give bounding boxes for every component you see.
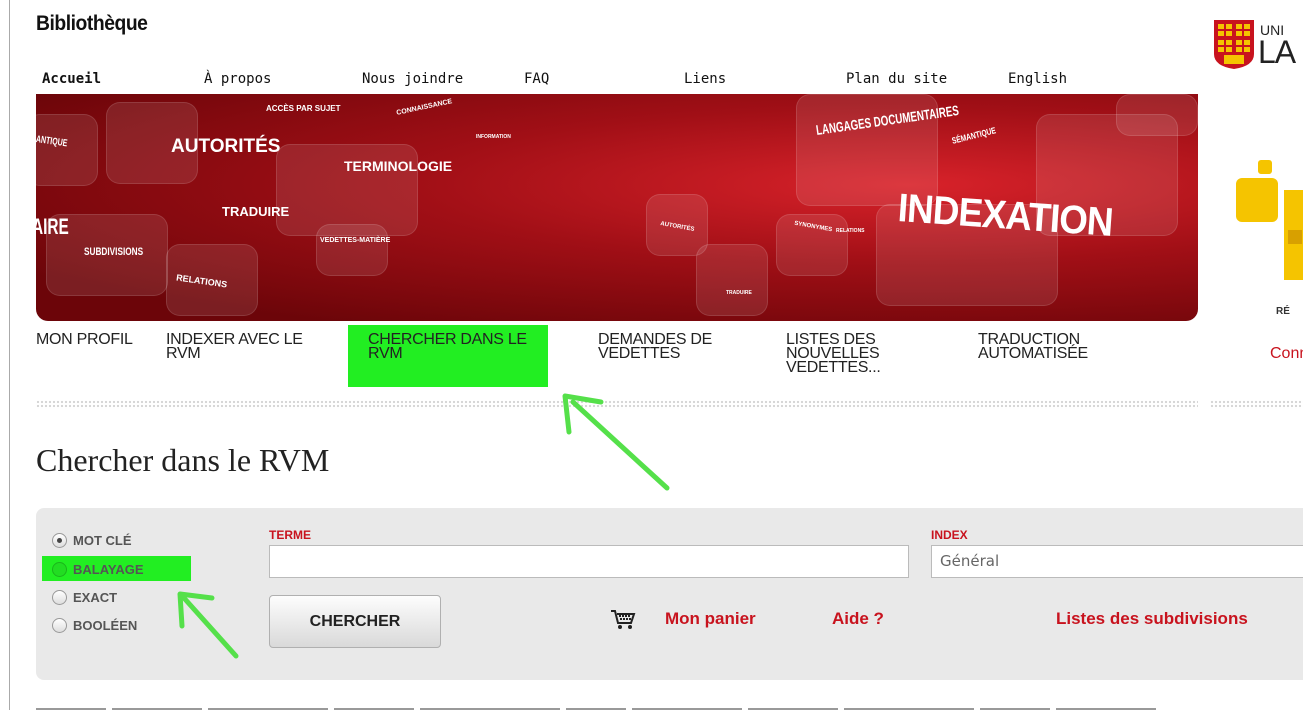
radio-label: EXACT bbox=[73, 589, 118, 605]
side-text: RÉ bbox=[1276, 306, 1290, 317]
search-button[interactable]: CHERCHER bbox=[269, 595, 441, 648]
arrow-annotation-icon bbox=[177, 591, 239, 659]
page-title: Chercher dans le RVM bbox=[36, 442, 330, 478]
cat-chercher[interactable]: CHERCHER DANS LE RVM bbox=[348, 325, 548, 387]
mode-booleen[interactable]: BOOLÉEN bbox=[52, 615, 137, 635]
site-title[interactable]: Bibliothèque bbox=[36, 12, 148, 36]
nav-english[interactable]: English bbox=[1008, 71, 1067, 87]
cat-demandes[interactable]: DEMANDES DE VEDETTES bbox=[598, 332, 758, 362]
mode-balayage[interactable]: BALAYAGE bbox=[52, 559, 144, 579]
radio-button[interactable] bbox=[52, 561, 67, 577]
nav-a-propos[interactable]: À propos bbox=[204, 71, 271, 87]
banner-word: SUBDIVISIONS bbox=[84, 246, 144, 258]
banner-word: RELATIONS bbox=[836, 228, 865, 234]
cat-indexer[interactable]: INDEXER AVEC LE RVM bbox=[166, 332, 326, 362]
cart-link[interactable]: Mon panier bbox=[665, 609, 756, 629]
banner-word: SÉMANTIQUE bbox=[950, 125, 997, 146]
dotted-divider bbox=[1210, 400, 1303, 409]
side-decoration-icon bbox=[1236, 160, 1303, 280]
banner-word: VEDETTES-MATIÈRE bbox=[320, 237, 391, 244]
logo-text-main: LA bbox=[1258, 34, 1296, 70]
banner-word: AUTORITÉS bbox=[171, 136, 281, 157]
cat-listes[interactable]: LISTES DES NOUVELLES VEDETTES... bbox=[786, 332, 936, 376]
banner-word: INFORMATION bbox=[476, 134, 511, 140]
cut-off-text-line bbox=[36, 702, 1296, 710]
radio-label: MOT CLÉ bbox=[73, 532, 132, 548]
banner: ACCÈS PAR SUJET CONNAISSANCE AUTORITÉS T… bbox=[36, 94, 1198, 321]
nav-accueil[interactable]: Accueil bbox=[42, 71, 101, 87]
arrow-annotation-icon bbox=[562, 393, 670, 491]
radio-button[interactable] bbox=[52, 532, 67, 548]
radio-label: BALAYAGE bbox=[73, 561, 144, 577]
university-logo[interactable] bbox=[1212, 18, 1256, 70]
term-input[interactable] bbox=[269, 545, 909, 578]
left-border bbox=[9, 0, 10, 710]
index-label: INDEX bbox=[931, 528, 968, 542]
banner-word: AIRE bbox=[36, 214, 69, 239]
cat-traduction[interactable]: TRADUCTION AUTOMATISÉE bbox=[978, 332, 1158, 362]
nav-liens[interactable]: Liens bbox=[684, 71, 726, 87]
nav-nous-joindre[interactable]: Nous joindre bbox=[362, 71, 463, 87]
radio-button[interactable] bbox=[52, 617, 67, 633]
radio-label: BOOLÉEN bbox=[73, 617, 138, 633]
cat-mon-profil[interactable]: MON PROFIL bbox=[36, 332, 136, 348]
banner-word: TRADUIRE bbox=[726, 290, 752, 296]
subdivisions-link[interactable]: Listes des subdivisions bbox=[1056, 609, 1248, 629]
banner-word: TRADUIRE bbox=[222, 204, 290, 219]
nav-plan-du-site[interactable]: Plan du site bbox=[846, 71, 947, 87]
banner-word: TERMINOLOGIE bbox=[344, 158, 453, 174]
index-select[interactable]: Général bbox=[931, 545, 1303, 578]
cart-icon[interactable] bbox=[610, 609, 636, 631]
mode-exact[interactable]: EXACT bbox=[52, 587, 117, 607]
banner-word: ACCÈS PAR SUJET bbox=[266, 104, 341, 113]
connect-link[interactable]: Conn bbox=[1270, 345, 1303, 363]
mode-mot-cle[interactable]: MOT CLÉ bbox=[52, 530, 132, 550]
term-label: TERME bbox=[269, 528, 311, 542]
nav-faq[interactable]: FAQ bbox=[524, 71, 549, 87]
radio-button[interactable] bbox=[52, 589, 67, 605]
banner-word: CONNAISSANCE bbox=[395, 98, 453, 117]
help-link[interactable]: Aide ? bbox=[832, 609, 884, 629]
